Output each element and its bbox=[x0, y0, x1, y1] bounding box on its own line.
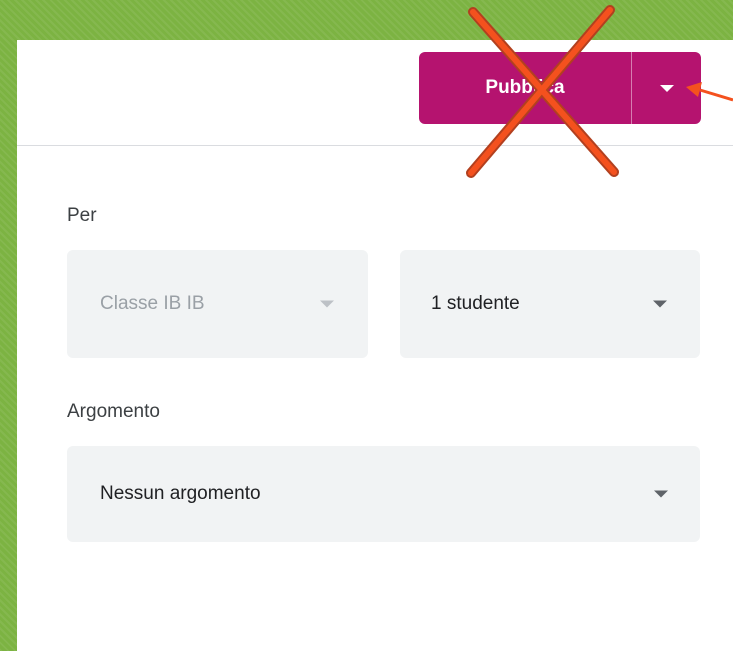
publish-options-button[interactable] bbox=[632, 52, 701, 124]
chevron-down-icon bbox=[653, 300, 667, 308]
header-bar: Pubblica bbox=[17, 40, 733, 146]
students-select[interactable]: 1 studente bbox=[400, 250, 700, 358]
for-label: Per bbox=[67, 205, 97, 226]
chevron-down-icon bbox=[654, 490, 668, 498]
publish-split-button: Pubblica bbox=[419, 52, 701, 124]
chevron-down-icon bbox=[659, 84, 674, 92]
assignment-panel: Pubblica Per Classe IB IB 1 studente Arg… bbox=[17, 40, 733, 651]
chevron-down-icon bbox=[320, 300, 334, 308]
publish-button[interactable]: Pubblica bbox=[419, 52, 631, 124]
publish-button-label: Pubblica bbox=[485, 77, 565, 98]
topic-label: Argomento bbox=[67, 401, 160, 422]
topic-select[interactable]: Nessun argomento bbox=[67, 446, 700, 542]
class-select: Classe IB IB bbox=[67, 250, 368, 358]
topic-select-value: Nessun argomento bbox=[100, 483, 261, 504]
class-select-value: Classe IB IB bbox=[100, 293, 205, 314]
students-select-value: 1 studente bbox=[431, 293, 520, 314]
